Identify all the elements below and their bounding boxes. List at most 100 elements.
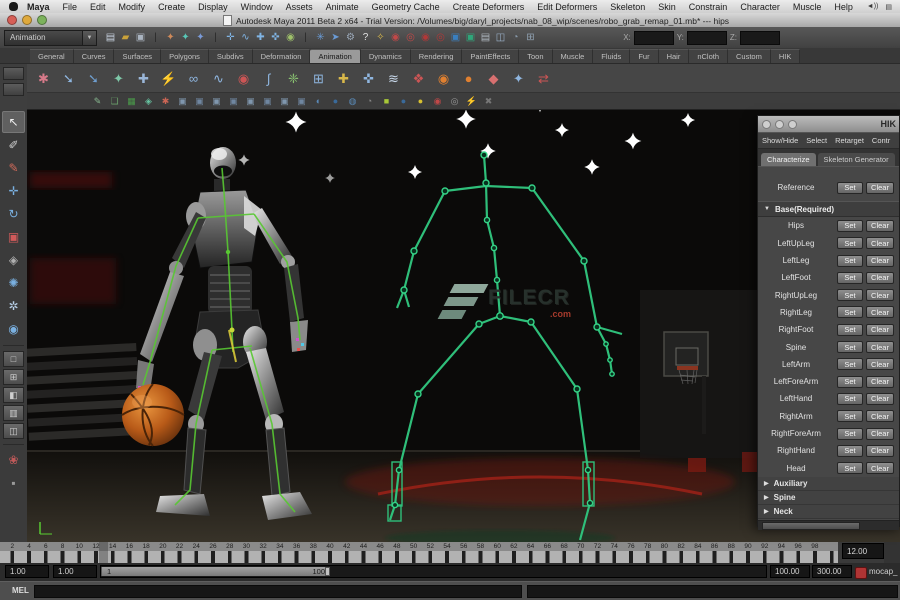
move-tool-icon[interactable]: ✛ bbox=[2, 180, 25, 202]
menu-item[interactable]: Geometry Cache bbox=[372, 2, 440, 12]
make-live-icon[interactable]: ◉ bbox=[283, 30, 298, 46]
shelf-tab[interactable]: Subdivs bbox=[209, 49, 253, 63]
base-required-section[interactable]: ▼ Base(Required) bbox=[758, 201, 899, 217]
constraint-icon[interactable]: ∞ bbox=[181, 66, 206, 90]
help-icon[interactable]: ? bbox=[358, 30, 373, 46]
sphere-icon[interactable]: ◍ bbox=[344, 94, 361, 108]
shelf-tab[interactable]: Deformation bbox=[253, 49, 311, 63]
close-icon[interactable]: ✖ bbox=[480, 94, 497, 108]
snap-curve-icon[interactable]: ∿ bbox=[238, 30, 253, 46]
current-frame-marker[interactable] bbox=[99, 542, 108, 563]
paint-fx-icon[interactable]: ❀ bbox=[2, 449, 25, 471]
menu-item[interactable]: Modify bbox=[119, 2, 146, 12]
panel-icon[interactable]: ▣ bbox=[276, 94, 293, 108]
pose-icon[interactable]: ✦ bbox=[506, 66, 531, 90]
clear-button[interactable]: Clear bbox=[866, 272, 894, 284]
time-slider[interactable]: 2468101214161820222426283032343638404244… bbox=[0, 542, 838, 563]
lattice-icon[interactable]: ⊞ bbox=[306, 66, 331, 90]
construction-icon[interactable]: ⚙ bbox=[343, 30, 358, 46]
burst-icon[interactable]: ✱ bbox=[157, 94, 174, 108]
select-component-icon[interactable]: ✦ bbox=[193, 30, 208, 46]
save-scene-icon[interactable]: ▣ bbox=[133, 30, 148, 46]
menu-item[interactable]: Maya bbox=[27, 2, 50, 12]
zoom-window-icon[interactable] bbox=[37, 15, 47, 25]
set-driven-key-icon[interactable]: ◉ bbox=[231, 66, 256, 90]
shelf-tab[interactable]: PaintEffects bbox=[462, 49, 519, 63]
y-input[interactable] bbox=[687, 31, 727, 45]
ipr-render-icon[interactable]: ▣ bbox=[463, 30, 478, 46]
set-button[interactable]: Set bbox=[837, 341, 863, 353]
shelf-tab[interactable]: Surfaces bbox=[114, 49, 161, 63]
collapsed-section[interactable]: ▶ Auxiliary bbox=[758, 477, 899, 491]
set-button[interactable]: Set bbox=[837, 462, 863, 474]
chevron-down-icon[interactable]: ▼ bbox=[83, 30, 97, 46]
panel-icon[interactable]: ▣ bbox=[191, 94, 208, 108]
close-window-icon[interactable] bbox=[7, 15, 17, 25]
hik-tab[interactable]: Skeleton Generator bbox=[818, 153, 895, 166]
clear-button[interactable]: Clear bbox=[866, 428, 894, 440]
ik-spline-icon[interactable]: ∫ bbox=[256, 66, 281, 90]
mel-label[interactable]: MEL bbox=[12, 586, 29, 595]
new-scene-icon[interactable]: ▤ bbox=[103, 30, 118, 46]
shelf-tab[interactable]: Custom bbox=[728, 49, 771, 63]
layout-four-icon[interactable]: ⊞ bbox=[3, 369, 24, 385]
panel-icon[interactable]: ▣ bbox=[174, 94, 191, 108]
menu-item[interactable]: Assets bbox=[286, 2, 313, 12]
select-object-icon[interactable]: ✦ bbox=[178, 30, 193, 46]
wire-icon[interactable]: ◆ bbox=[481, 66, 506, 90]
gem-icon[interactable]: ◈ bbox=[140, 94, 157, 108]
zoom-window-icon[interactable] bbox=[788, 120, 797, 129]
set-button[interactable]: Set bbox=[837, 428, 863, 440]
menu-item[interactable]: Edit Deformers bbox=[537, 2, 597, 12]
clear-button[interactable]: Clear bbox=[866, 376, 894, 388]
horizontal-scrollbar[interactable] bbox=[758, 520, 899, 530]
rotate-tool-icon[interactable]: ↻ bbox=[2, 203, 25, 225]
z-input[interactable] bbox=[740, 31, 780, 45]
hik-menu-item[interactable]: Contr bbox=[872, 136, 890, 145]
menu-item[interactable]: Animate bbox=[326, 2, 359, 12]
menu-item[interactable]: Muscle bbox=[793, 2, 822, 12]
menu-item[interactable]: Constrain bbox=[689, 2, 728, 12]
panel-icon[interactable]: ▣ bbox=[259, 94, 276, 108]
playback-range-bar[interactable]: 1 100 bbox=[102, 567, 330, 576]
snap-point-icon[interactable]: ✚ bbox=[253, 30, 268, 46]
magnet2-icon[interactable]: ◉ bbox=[418, 30, 433, 46]
shelf-tab[interactable]: Rendering bbox=[411, 49, 463, 63]
shelf-tab[interactable]: nCloth bbox=[689, 49, 728, 63]
scale-tool-icon[interactable]: ▣ bbox=[2, 226, 25, 248]
range-slider-track[interactable]: 1 100 bbox=[100, 565, 767, 578]
x-input[interactable] bbox=[634, 31, 674, 45]
clear-button[interactable]: Clear bbox=[866, 462, 894, 474]
snap-grid-icon[interactable]: ✛ bbox=[223, 30, 238, 46]
animation-end-field[interactable]: 300.00 bbox=[812, 565, 852, 578]
clear-button[interactable]: Clear bbox=[866, 220, 894, 232]
shelf-tab[interactable]: Fur bbox=[630, 49, 658, 63]
separator[interactable]: | bbox=[298, 30, 313, 46]
shelf-tab[interactable]: HIK bbox=[771, 49, 801, 63]
set-button[interactable]: Set bbox=[837, 220, 863, 232]
shelf-tab[interactable]: Toon bbox=[519, 49, 552, 63]
layout-single-icon[interactable]: □ bbox=[3, 351, 24, 367]
character-icon[interactable]: ✦ bbox=[106, 66, 131, 90]
snap-view-icon[interactable]: ✜ bbox=[268, 30, 283, 46]
key-icon[interactable]: ✧ bbox=[373, 30, 388, 46]
basketball[interactable] bbox=[122, 384, 184, 446]
show-manip-tool-icon[interactable]: ✲ bbox=[2, 295, 25, 317]
panel-icon[interactable]: ▣ bbox=[242, 94, 259, 108]
render-view-icon[interactable]: ▤ bbox=[478, 30, 493, 46]
shelf-tab[interactable]: Curves bbox=[74, 49, 115, 63]
sphere-icon[interactable]: ● bbox=[327, 94, 344, 108]
render-globals-icon[interactable]: ▣ bbox=[448, 30, 463, 46]
shelf-tab[interactable]: General bbox=[30, 49, 74, 63]
universal-tool-icon[interactable]: ◈ bbox=[2, 249, 25, 271]
set-button[interactable]: Set bbox=[837, 393, 863, 405]
clear-button[interactable]: Clear bbox=[866, 255, 894, 267]
menu-item[interactable]: Help bbox=[834, 2, 853, 12]
open-scene-icon[interactable]: ▰ bbox=[118, 30, 133, 46]
wrap-icon[interactable]: ❖ bbox=[406, 66, 431, 90]
menu-item[interactable]: Create bbox=[158, 2, 185, 12]
set-button[interactable]: Set bbox=[837, 445, 863, 457]
paint-select-tool-icon[interactable]: ✎ bbox=[2, 157, 25, 179]
hik-menu-item[interactable]: Show/Hide bbox=[762, 136, 798, 145]
cluster-icon[interactable]: ❈ bbox=[281, 66, 306, 90]
